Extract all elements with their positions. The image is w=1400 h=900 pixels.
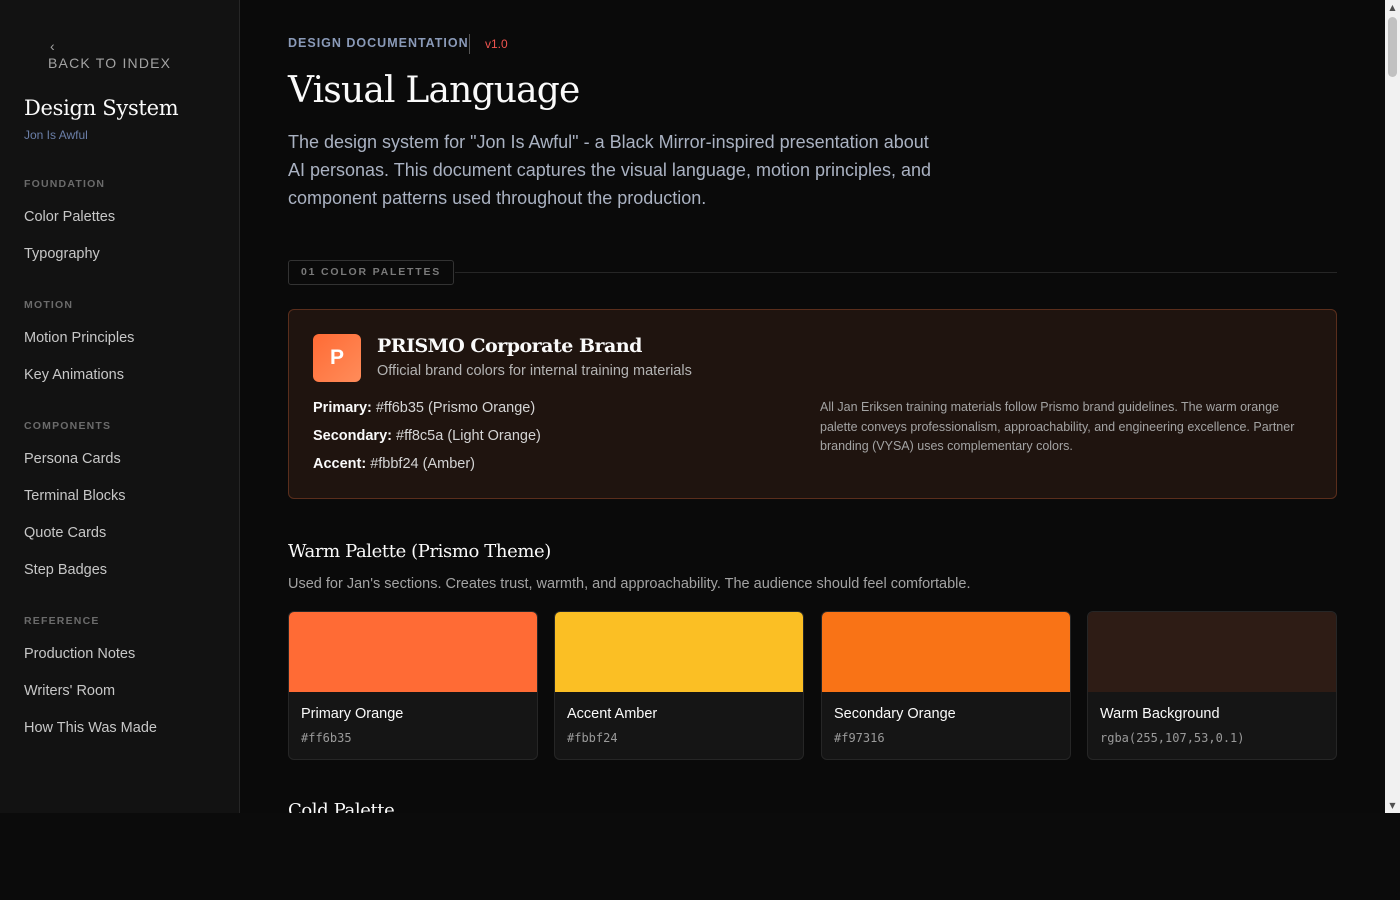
bottom-empty-area [0,813,1400,900]
scroll-down-arrow-icon[interactable]: ▼ [1385,798,1400,813]
brand-description: Official brand colors for internal train… [377,363,692,379]
sidebar-section-reference: REFERENCE [24,615,100,627]
chevron-left-icon: ‹ [50,38,56,54]
brand-accent-key: Accent: [313,456,367,472]
swatch-card: Primary Orange #ff6b35 [288,611,538,760]
cold-palette-title: Cold Palette [288,800,395,813]
scrollbar-thumb[interactable] [1388,17,1397,77]
sidebar-item-terminal-blocks[interactable]: Terminal Blocks [24,488,126,504]
sidebar-item-persona-cards[interactable]: Persona Cards [24,451,121,467]
back-to-index-link[interactable]: ‹ BACK TO INDEX [48,38,171,72]
brand-primary-line: Primary: #ff6b35 (Prismo Orange) [313,400,535,416]
swatch-name: Primary Orange [301,706,404,722]
section-label-color-palettes: 01 COLOR PALETTES [288,260,455,285]
warm-palette-description: Used for Jan's sections. Creates trust, … [288,576,971,592]
sidebar-item-quote-cards[interactable]: Quote Cards [24,525,106,541]
sidebar-item-color-palettes[interactable]: Color Palettes [24,209,115,225]
version-badge: v1.0 [485,37,508,51]
sidebar-item-how-this-was-made[interactable]: How This Was Made [24,720,157,736]
brand-primary-value: #ff6b35 (Prismo Orange) [371,400,536,416]
doc-label-divider [469,34,470,54]
sidebar-item-typography[interactable]: Typography [24,246,100,262]
sidebar-title: Design System [24,96,179,120]
section-divider [455,272,1337,273]
sidebar-item-writers-room[interactable]: Writers' Room [24,683,115,699]
sidebar-section-motion: MOTION [24,299,74,311]
warm-palette-title: Warm Palette (Prismo Theme) [288,541,551,562]
brand-name: PRISMO Corporate Brand [377,335,642,357]
sidebar-item-step-badges[interactable]: Step Badges [24,562,107,578]
swatch-color-chip [289,612,537,692]
swatch-code: #f97316 [834,731,885,745]
viewport: ‹ BACK TO INDEX Design System Jon Is Awf… [0,0,1400,813]
prismo-logo-icon: P [313,334,361,382]
sidebar-item-key-animations[interactable]: Key Animations [24,367,124,383]
sidebar-item-motion-principles[interactable]: Motion Principles [24,330,134,346]
sidebar-item-production-notes[interactable]: Production Notes [24,646,135,662]
vertical-scrollbar[interactable]: ▲ ▼ [1385,0,1400,813]
brand-secondary-key: Secondary: [313,428,392,444]
swatch-code: #fbbf24 [567,731,618,745]
swatch-card: Secondary Orange #f97316 [821,611,1071,760]
swatch-color-chip [822,612,1070,692]
brand-note: All Jan Eriksen training materials follo… [820,400,1295,453]
sidebar-subtitle: Jon Is Awful [24,128,88,142]
swatch-name: Secondary Orange [834,706,956,722]
brand-accent-value: #fbbf24 (Amber) [366,456,475,472]
doc-label: DESIGN DOCUMENTATION [288,36,469,50]
swatch-code: #ff6b35 [301,731,352,745]
brand-primary-key: Primary: [313,400,372,416]
brand-accent-line: Accent: #fbbf24 (Amber) [313,456,475,472]
brand-secondary-line: Secondary: #ff8c5a (Light Orange) [313,428,541,444]
back-to-index-label: BACK TO INDEX [48,55,172,71]
brand-card: P PRISMO Corporate Brand Official brand … [288,309,1337,499]
sidebar: ‹ BACK TO INDEX Design System Jon Is Awf… [0,0,240,813]
swatch-name: Accent Amber [567,706,658,722]
sidebar-section-foundation: FOUNDATION [24,178,106,190]
swatch-color-chip [555,612,803,692]
swatch-code: rgba(255,107,53,0.1) [1100,731,1245,745]
swatch-color-chip [1088,612,1336,692]
intro-paragraph: The design system for "Jon Is Awful" - a… [288,132,932,208]
swatch-card: Warm Background rgba(255,107,53,0.1) [1087,611,1337,760]
swatch-card: Accent Amber #fbbf24 [554,611,804,760]
swatch-name: Warm Background [1100,706,1220,722]
page-title: Visual Language [288,70,580,111]
sidebar-section-components: COMPONENTS [24,420,112,432]
scroll-up-arrow-icon[interactable]: ▲ [1385,0,1400,15]
brand-secondary-value: #ff8c5a (Light Orange) [391,428,541,444]
